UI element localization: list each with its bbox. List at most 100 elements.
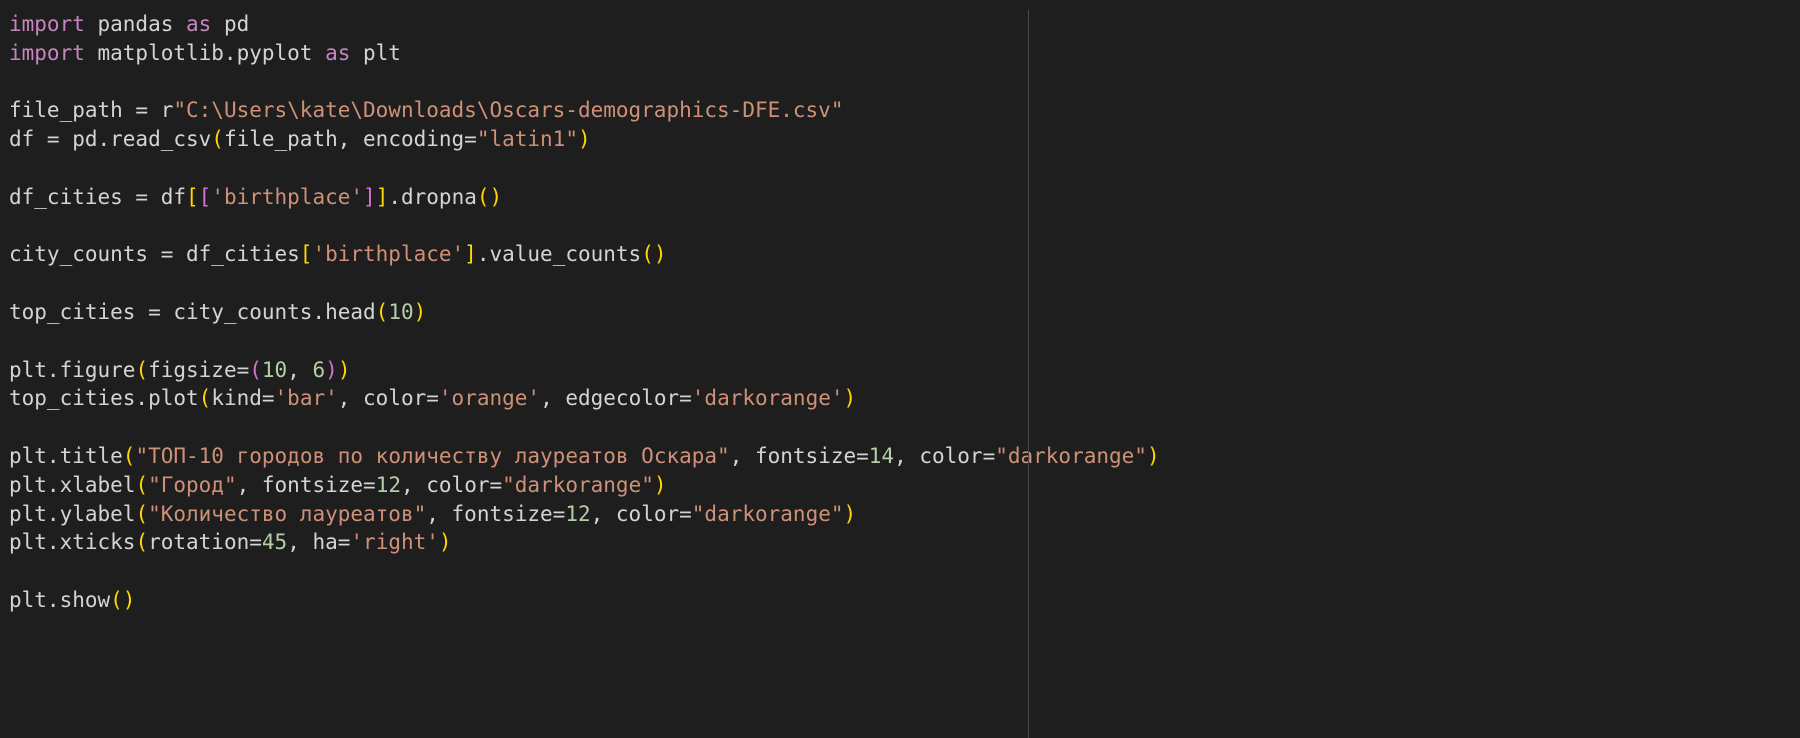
identifier-token: file_path, encoding= — [223, 127, 477, 152]
identifier-token: top_cities = city_counts.head — [9, 299, 376, 324]
identifier-token: top_cities.plot — [9, 386, 199, 411]
keyword-token: as — [186, 12, 212, 36]
bracket-token: ) — [438, 530, 452, 555]
bracket-token: ( — [249, 357, 262, 382]
identifier-token: plt.title — [9, 443, 123, 468]
identifier-token: , color= — [894, 443, 996, 468]
identifier-token: , color= — [337, 386, 439, 411]
bracket-token: ( — [375, 299, 389, 324]
code-line[interactable]: plt.ylabel("Количество лауреатов", fonts… — [9, 500, 1160, 529]
string-token: "latin1" — [476, 127, 578, 152]
bracket-token: ] — [375, 184, 389, 209]
bracket-token: ] — [464, 242, 477, 267]
identifier-token: df_cities = df — [9, 184, 187, 209]
identifier-token: pandas — [84, 12, 187, 36]
number-token: 45 — [261, 530, 288, 555]
bracket-token: ) — [577, 127, 591, 152]
vertical-ruler-guide — [1028, 10, 1029, 738]
keyword-token: import — [9, 12, 85, 36]
code-line[interactable]: plt.xlabel("Город", fontsize=12, color="… — [9, 471, 1160, 500]
code-line[interactable] — [9, 154, 1160, 183]
string-token: "darkorange" — [691, 501, 844, 526]
number-token: 12 — [375, 472, 401, 497]
code-line[interactable] — [9, 327, 1160, 356]
bracket-token: [ — [299, 242, 313, 267]
code-line[interactable] — [9, 212, 1160, 241]
bracket-token: ) — [1146, 443, 1160, 468]
code-line[interactable] — [9, 413, 1160, 442]
identifier-token: kind= — [211, 386, 275, 411]
code-line[interactable]: plt.xticks(rotation=45, ha='right') — [9, 528, 1160, 557]
identifier-token: matplotlib.pyplot — [84, 40, 326, 65]
string-token: 'bar' — [274, 386, 338, 411]
bracket-token: ( — [122, 443, 136, 468]
identifier-token: pd — [211, 12, 250, 36]
identifier-token: , — [287, 357, 313, 382]
string-token: "C:\Users\kate\Downloads\Oscars-demograp… — [173, 98, 844, 123]
code-line[interactable]: plt.figure(figsize=(10, 6)) — [9, 356, 1160, 385]
identifier-token: plt.ylabel — [9, 501, 136, 526]
identifier-token: , edgecolor= — [540, 386, 692, 411]
code-line[interactable]: plt.title("ТОП-10 городов по количеству … — [9, 442, 1160, 471]
identifier-token: file_path = r — [9, 98, 174, 123]
number-token: 6 — [312, 357, 326, 382]
identifier-token: , ha= — [287, 530, 351, 555]
string-token: 'birthplace' — [211, 184, 364, 209]
code-line[interactable]: top_cities = city_counts.head(10) — [9, 298, 1160, 327]
number-token: 14 — [868, 443, 895, 468]
code-line[interactable]: df = pd.read_csv(file_path, encoding="la… — [9, 125, 1160, 154]
bracket-token: () — [641, 242, 667, 267]
code-line[interactable] — [9, 557, 1160, 586]
bracket-token: ) — [325, 357, 338, 382]
string-token: "darkorange" — [995, 443, 1147, 468]
bracket-token: ) — [413, 299, 427, 324]
code-editor[interactable]: import pandas as pd import matplotlib.pyp… — [9, 10, 1160, 615]
keyword-token: as — [325, 40, 351, 65]
bracket-token: ) — [653, 472, 667, 497]
code-line[interactable]: top_cities.plot(kind='bar', color='orang… — [9, 384, 1160, 413]
code-line[interactable]: df_cities = df[['birthplace']].dropna() — [9, 183, 1160, 212]
code-line[interactable]: file_path = r"C:\Users\kate\Downloads\Os… — [9, 96, 1160, 125]
string-token: 'birthplace' — [312, 242, 465, 267]
bracket-token: ] — [363, 184, 376, 209]
string-token: "ТОП-10 городов по количеству лауреатов … — [135, 443, 730, 468]
code-line[interactable]: import pandas as pd — [9, 10, 1160, 39]
bracket-token: ( — [211, 127, 224, 152]
bracket-token: ) — [843, 386, 857, 411]
identifier-token: figsize= — [148, 357, 250, 382]
bracket-token: () — [110, 587, 136, 612]
bracket-token: ( — [198, 386, 212, 411]
bracket-token: () — [476, 184, 503, 209]
keyword-token: import — [9, 40, 85, 65]
identifier-token: rotation= — [148, 530, 262, 555]
string-token: "Количество лауреатов" — [148, 501, 427, 526]
identifier-token: plt.figure — [9, 357, 136, 382]
bracket-token: [ — [186, 184, 199, 209]
bracket-token: ( — [135, 472, 149, 497]
identifier-token: plt.show — [9, 587, 111, 612]
number-token: 12 — [565, 501, 591, 526]
bracket-token: ( — [135, 501, 149, 526]
identifier-token: .value_counts — [476, 242, 642, 267]
string-token: "darkorange" — [502, 472, 654, 497]
identifier-token: plt.xticks — [9, 530, 136, 555]
identifier-token: , color= — [590, 501, 692, 526]
identifier-token: plt.xlabel — [9, 472, 136, 497]
identifier-token: , fontsize= — [426, 501, 566, 526]
number-token: 10 — [388, 299, 414, 324]
string-token: 'darkorange' — [691, 386, 844, 411]
code-line[interactable]: plt.show() — [9, 586, 1160, 615]
code-line[interactable] — [9, 269, 1160, 298]
string-token: 'right' — [350, 530, 439, 555]
bracket-token: ) — [337, 357, 351, 382]
code-line[interactable] — [9, 68, 1160, 97]
identifier-token: plt — [350, 40, 401, 65]
bracket-token: ) — [843, 501, 857, 526]
identifier-token: df = pd.read_csv — [9, 127, 212, 152]
code-line[interactable]: import matplotlib.pyplot as plt — [9, 39, 1160, 68]
string-token: "Город" — [148, 472, 237, 497]
identifier-token: , color= — [400, 472, 503, 497]
bracket-token: ( — [135, 530, 149, 555]
identifier-token: city_counts = df_cities — [9, 242, 300, 267]
code-line[interactable]: city_counts = df_cities['birthplace'].va… — [9, 240, 1160, 269]
